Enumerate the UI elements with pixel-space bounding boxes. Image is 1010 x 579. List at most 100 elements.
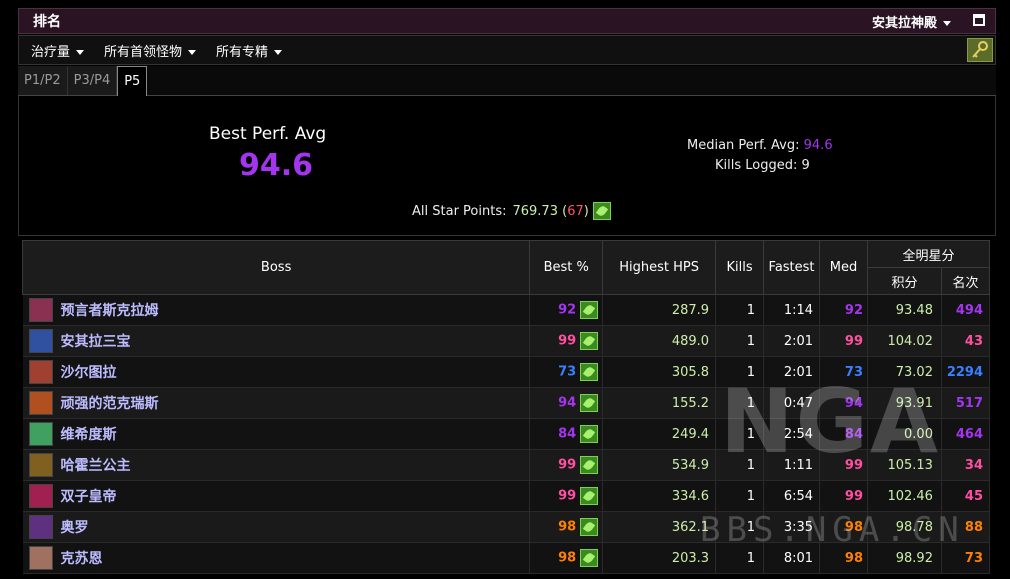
kills-value: 1 <box>715 356 765 388</box>
boss-name[interactable]: 克苏恩 <box>61 548 103 568</box>
med-value: 99 <box>819 480 868 512</box>
star-rank: 67 <box>567 203 584 219</box>
boss-cell[interactable]: 哈霍兰公主 <box>22 449 531 481</box>
boss-cell[interactable]: 克苏恩 <box>22 542 531 574</box>
boss-name[interactable]: 沙尔图拉 <box>61 362 117 382</box>
ranking-table: Boss Best % Highest HPS Kills Fastest Me… <box>21 240 991 574</box>
spec-dropdown[interactable]: 所有专精 <box>216 41 283 60</box>
chevron-down-icon <box>943 20 951 26</box>
boss-name[interactable]: 哈霍兰公主 <box>61 455 131 475</box>
boss-cell[interactable]: 奥罗 <box>22 511 531 543</box>
best-perf-label: Best Perf. Avg <box>209 124 327 144</box>
boss-label: 所有首领怪物 <box>104 44 183 60</box>
boss-icon <box>28 391 53 415</box>
realm-label: 安其拉神殿 <box>871 15 937 31</box>
boss-icon <box>28 484 53 508</box>
boss-icon <box>28 453 53 477</box>
header-rank[interactable]: 名次 <box>940 267 991 295</box>
fastest-value: 0:47 <box>763 387 821 419</box>
best-value: 94 <box>558 395 577 411</box>
boss-cell-inner: 哈霍兰公主 <box>23 453 530 477</box>
med-value: 99 <box>819 325 868 357</box>
table-row[interactable]: 预言者斯克拉姆 92 287.9 1 1:14 92 93.48 494 <box>22 294 991 326</box>
table-row[interactable]: 顽强的范克瑞斯 94 155.2 1 0:47 94 93.91 517 <box>22 387 991 419</box>
header-boss[interactable]: Boss <box>21 240 531 295</box>
rank-value: 464 <box>941 418 991 450</box>
gem-icon[interactable] <box>580 425 599 443</box>
boss-cell[interactable]: 安其拉三宝 <box>22 325 531 357</box>
header-med[interactable]: Med <box>819 240 868 295</box>
med-value: 84 <box>819 418 868 450</box>
boss-name[interactable]: 双子皇帝 <box>61 486 117 506</box>
table-row[interactable]: 克苏恩 98 203.3 1 8:01 98 98.92 73 <box>22 542 991 574</box>
header-hps[interactable]: Highest HPS <box>602 240 717 295</box>
kills-value: 1 <box>715 542 765 574</box>
gem-icon[interactable] <box>580 394 599 412</box>
boss-name[interactable]: 奥罗 <box>61 517 89 537</box>
best-cell: 94 <box>529 387 604 419</box>
boss-name[interactable]: 预言者斯克拉姆 <box>61 300 159 320</box>
boss-cell[interactable]: 预言者斯克拉姆 <box>22 294 531 326</box>
best-cell: 84 <box>529 418 604 450</box>
star-label: All Star Points: <box>412 203 507 219</box>
gem-icon[interactable] <box>580 549 599 567</box>
rank-value: 517 <box>941 387 991 419</box>
best-cell: 92 <box>529 294 604 326</box>
boss-cell[interactable]: 顽强的范克瑞斯 <box>22 387 531 419</box>
points-value: 93.48 <box>867 294 942 326</box>
median-perf: Median Perf. Avg: 94.6 <box>687 138 833 153</box>
points-value: 102.46 <box>867 480 942 512</box>
hps-value: 287.9 <box>602 294 717 326</box>
boss-name[interactable]: 维希度斯 <box>61 424 117 444</box>
boss-cell[interactable]: 沙尔图拉 <box>22 356 531 388</box>
points-value: 0.00 <box>867 418 942 450</box>
boss-cell[interactable]: 维希度斯 <box>22 418 531 450</box>
hps-value: 203.3 <box>602 542 717 574</box>
table-row[interactable]: 奥罗 98 362.1 1 3:35 98 98.78 88 <box>22 511 991 543</box>
tab-p5[interactable]: P5 <box>117 66 148 96</box>
best-value: 99 <box>558 457 577 473</box>
gem-icon[interactable] <box>592 202 611 220</box>
boss-name[interactable]: 安其拉三宝 <box>61 331 131 351</box>
kills-logged: Kills Logged: 9 <box>715 158 810 173</box>
fastest-value: 1:14 <box>763 294 821 326</box>
med-value: 98 <box>819 542 868 574</box>
realm-dropdown[interactable]: 安其拉神殿 <box>872 12 951 31</box>
table-row[interactable]: 哈霍兰公主 99 534.9 1 1:11 99 105.13 34 <box>22 449 991 481</box>
table-row[interactable]: 安其拉三宝 99 489.0 1 2:01 99 104.02 43 <box>22 325 991 357</box>
window-toggle-icon[interactable] <box>973 14 985 26</box>
boss-cell-inner: 安其拉三宝 <box>23 329 530 353</box>
table-row[interactable]: 维希度斯 84 249.4 1 2:54 84 0.00 464 <box>22 418 991 450</box>
gem-icon[interactable] <box>580 487 599 505</box>
tab-p1p2[interactable]: P1/P2 <box>18 66 68 95</box>
boss-cell-inner: 维希度斯 <box>23 422 530 446</box>
tab-p3p4[interactable]: P3/P4 <box>67 66 118 95</box>
table-row[interactable]: 沙尔图拉 73 305.8 1 2:01 73 73.02 2294 <box>22 356 991 388</box>
gem-icon[interactable] <box>580 518 599 536</box>
median-label: Median Perf. Avg: <box>687 138 800 153</box>
boss-cell[interactable]: 双子皇帝 <box>22 480 531 512</box>
boss-cell-inner: 沙尔图拉 <box>23 360 530 384</box>
key-button[interactable] <box>967 38 993 62</box>
header-fastest[interactable]: Fastest <box>763 240 821 295</box>
table-row[interactable]: 双子皇帝 99 334.6 1 6:54 99 102.46 45 <box>22 480 991 512</box>
best-cell: 99 <box>529 480 604 512</box>
boss-dropdown[interactable]: 所有首领怪物 <box>104 41 197 60</box>
title-bar: 排名 安其拉神殿 <box>18 8 996 34</box>
metric-dropdown[interactable]: 治疗量 <box>31 41 85 60</box>
gem-icon[interactable] <box>580 363 599 381</box>
gem-icon[interactable] <box>580 332 599 350</box>
hps-value: 155.2 <box>602 387 717 419</box>
boss-cell-inner: 顽强的范克瑞斯 <box>23 391 530 415</box>
header-points[interactable]: 积分 <box>867 267 942 295</box>
boss-name[interactable]: 顽强的范克瑞斯 <box>61 393 159 413</box>
best-cell: 99 <box>529 325 604 357</box>
fastest-value: 6:54 <box>763 480 821 512</box>
key-icon <box>972 41 988 58</box>
gem-icon[interactable] <box>580 456 599 474</box>
hps-value: 534.9 <box>602 449 717 481</box>
header-kills[interactable]: Kills <box>715 240 765 295</box>
header-best[interactable]: Best % <box>529 240 604 295</box>
best-value: 92 <box>558 302 577 318</box>
gem-icon[interactable] <box>580 301 599 319</box>
